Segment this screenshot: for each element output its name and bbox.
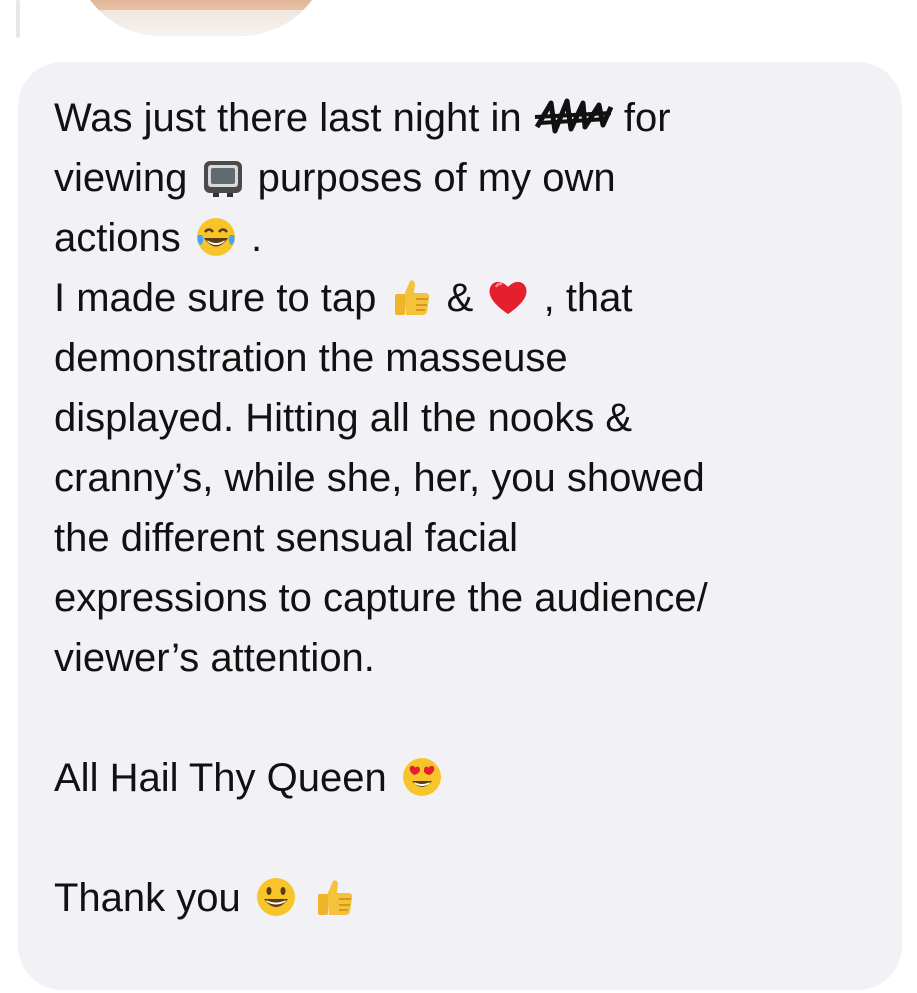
message-line: cranny’s, while she, her, you showed (54, 456, 705, 500)
message-line: expressions to capture the audience/ (54, 576, 708, 620)
text-segment: . (251, 216, 263, 260)
message-line: Thank you (54, 868, 884, 928)
red-heart-icon (486, 275, 530, 319)
text-segment: & (446, 276, 474, 320)
text-segment: viewing (54, 156, 188, 200)
message-line: viewing purposes of my own (54, 148, 884, 208)
text-segment: Was just there last night in (54, 96, 522, 140)
grinning-face-icon (254, 875, 298, 919)
thumbs-up-icon (390, 275, 434, 319)
text-segment: actions (54, 216, 181, 260)
text-segment: Thank you (54, 876, 241, 920)
message-line: the different sensual facial (54, 516, 519, 560)
message-line: displayed. Hitting all the nooks & (54, 396, 633, 440)
text-segment: for (623, 96, 671, 140)
message-line: viewer’s attention. (54, 636, 375, 680)
text-segment: I made sure to tap (54, 276, 377, 320)
message-text: Was just there last night in for viewing… (54, 88, 884, 928)
television-icon (201, 155, 245, 199)
previous-message-image[interactable] (72, 0, 330, 36)
thread-line (16, 0, 20, 38)
message-line: demonstration the masseuse (54, 336, 568, 380)
text-segment: All Hail Thy Queen (54, 756, 387, 800)
redacted-scribble (533, 97, 613, 137)
text-segment: purposes of my own (257, 156, 616, 200)
tears-of-joy-icon (194, 215, 238, 259)
message-line: Was just there last night in for (54, 88, 884, 148)
message-line: I made sure to tap & , that (54, 268, 884, 328)
text-segment: , that (543, 276, 633, 320)
thumbs-up-icon (313, 875, 357, 919)
message-line: All Hail Thy Queen (54, 748, 884, 808)
heart-eyes-icon (400, 755, 444, 799)
message-line: actions . (54, 208, 884, 268)
image-sheet (72, 10, 330, 36)
